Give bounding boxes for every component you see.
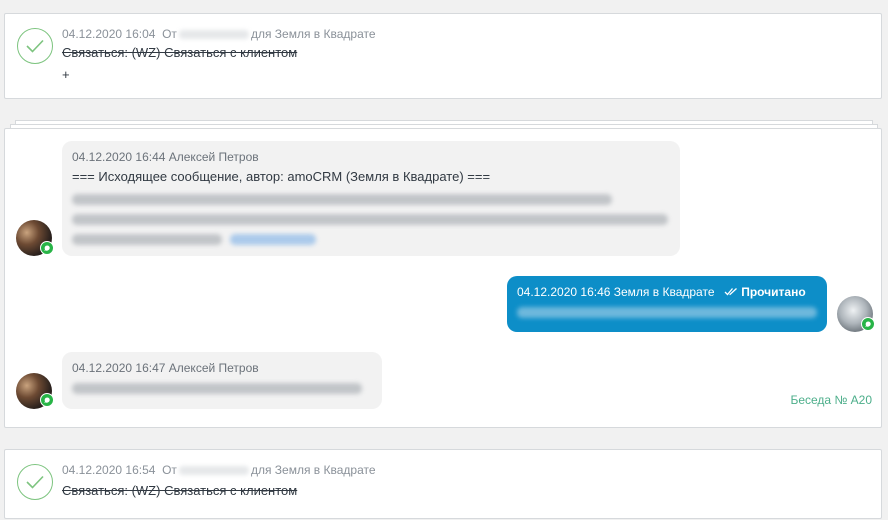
task-card: 04.12.2020 16:04 От для Земля в Квадрате … xyxy=(4,13,882,99)
double-check-icon xyxy=(724,288,737,296)
task-from-label: От xyxy=(162,463,177,477)
message-meta-text: 04.12.2020 16:46 Земля в Квадрате xyxy=(517,285,715,299)
task-done-check-icon[interactable] xyxy=(17,28,53,64)
read-status: Прочитано xyxy=(724,285,806,299)
task-for-label: для Земля в Квадрате xyxy=(250,27,376,41)
redacted-link[interactable] xyxy=(229,234,316,245)
message-text: === Исходящее сообщение, автор: amoCRM (… xyxy=(72,169,491,184)
redacted-text xyxy=(517,307,817,318)
redacted-name xyxy=(178,30,249,40)
message-meta: 04.12.2020 16:47 Алексей Петров xyxy=(72,361,259,375)
task-text[interactable]: Связаться: (WZ) Связаться с клиентом xyxy=(62,483,297,498)
message-meta: 04.12.2020 16:46 Земля в Квадрате Прочит… xyxy=(517,285,817,299)
task-card: 04.12.2020 16:54 От для Земля в Квадрате … xyxy=(4,449,882,519)
redacted-name xyxy=(178,466,249,476)
task-datetime: 04.12.2020 16:54 xyxy=(62,463,156,477)
conversation-link[interactable]: Беседа № A20 xyxy=(790,393,872,407)
chat-card: 04.12.2020 16:44 Алексей Петров === Исхо… xyxy=(4,128,882,428)
task-for-label: для Земля в Квадрате xyxy=(250,463,376,477)
whatsapp-icon xyxy=(40,241,54,255)
message-meta: 04.12.2020 16:44 Алексей Петров xyxy=(72,150,259,164)
task-done-check-icon[interactable] xyxy=(17,464,53,500)
task-meta: 04.12.2020 16:54 От для Земля в Квадрате xyxy=(62,463,376,477)
redacted-text xyxy=(72,234,222,245)
task-from-label: От xyxy=(162,27,177,41)
message-bubble-incoming: 04.12.2020 16:47 Алексей Петров xyxy=(62,352,382,409)
redacted-text xyxy=(72,194,612,205)
whatsapp-icon xyxy=(40,393,54,407)
task-meta: 04.12.2020 16:04 От для Земля в Квадрате xyxy=(62,27,376,41)
whatsapp-icon xyxy=(861,317,875,331)
read-status-label: Прочитано xyxy=(741,285,806,299)
message-bubble-incoming: 04.12.2020 16:44 Алексей Петров === Исхо… xyxy=(62,141,680,256)
task-datetime: 04.12.2020 16:04 xyxy=(62,27,156,41)
redacted-text xyxy=(72,214,668,225)
task-result: + xyxy=(62,67,70,82)
message-bubble-outgoing: 04.12.2020 16:46 Земля в Квадрате Прочит… xyxy=(507,276,827,332)
task-text[interactable]: Связаться: (WZ) Связаться с клиентом xyxy=(62,45,297,60)
redacted-text xyxy=(72,383,362,394)
